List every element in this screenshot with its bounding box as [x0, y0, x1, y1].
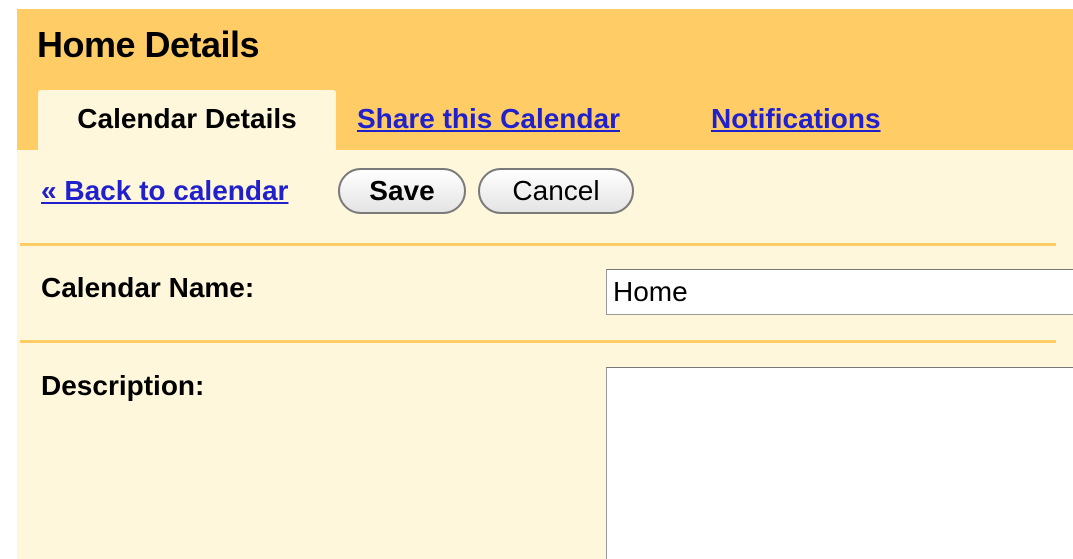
cancel-button[interactable]: Cancel [478, 168, 634, 214]
save-button[interactable]: Save [338, 168, 466, 214]
divider [20, 340, 1056, 343]
description-textarea[interactable] [606, 367, 1073, 559]
divider [20, 243, 1056, 246]
tab-calendar-details[interactable]: Calendar Details [38, 90, 336, 150]
back-to-calendar-link[interactable]: « Back to calendar [41, 168, 288, 214]
header-bar: Home Details Calendar Details Share this… [17, 9, 1073, 150]
calendar-name-input[interactable] [606, 269, 1073, 315]
tab-share-this-calendar[interactable]: Share this Calendar [357, 90, 620, 150]
description-label: Description: [41, 370, 205, 401]
tab-notifications[interactable]: Notifications [711, 90, 881, 150]
page-title: Home Details [37, 24, 260, 65]
calendar-name-label: Calendar Name: [41, 272, 255, 303]
